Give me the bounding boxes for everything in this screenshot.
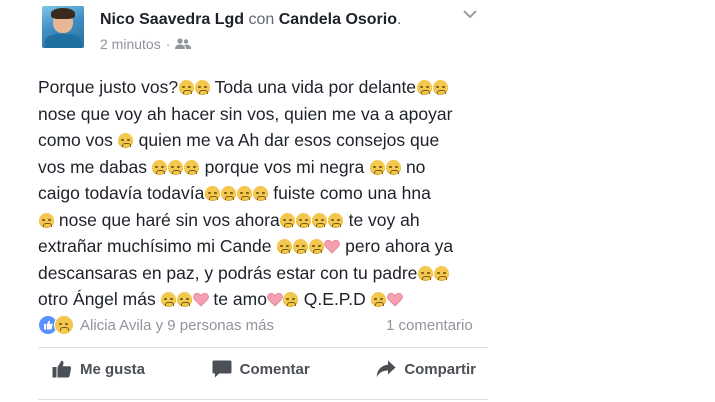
connector-text: con xyxy=(248,11,275,28)
crying-emoji-icon xyxy=(328,212,344,228)
crying-emoji-icon xyxy=(184,159,200,175)
disappointed-emoji-icon xyxy=(177,292,193,307)
pink-heart-icon xyxy=(267,292,283,307)
post-line-8: descansaras en paz, y podrás estar con t… xyxy=(38,260,490,287)
author-avatar[interactable] xyxy=(42,6,84,48)
avatar-hair xyxy=(51,8,75,19)
crying-emoji-icon xyxy=(416,80,432,95)
crying-emoji-icon xyxy=(280,212,296,228)
post-line-1: Porque justo vos? Toda una vida por dela… xyxy=(38,74,490,101)
crying-emoji-icon xyxy=(432,80,448,95)
action-bar: Me gusta Comentar Compartir xyxy=(38,360,490,378)
crying-emoji-icon xyxy=(369,159,385,175)
post-line-6: nose que haré sin vos ahora te voy ah xyxy=(38,207,490,234)
crying-emoji-icon xyxy=(204,186,220,201)
post-line-5: caigo todavía todavía fuiste como una hn… xyxy=(38,183,431,203)
pink-heart-icon xyxy=(192,292,209,307)
post-timestamp[interactable]: 2 minutos xyxy=(100,36,161,52)
crying-emoji-icon xyxy=(433,265,449,281)
crying-emoji-icon xyxy=(152,159,168,175)
crying-emoji-icon xyxy=(308,239,324,254)
share-icon xyxy=(376,360,396,377)
reactions-summary[interactable]: Alicia Avila y 9 personas más xyxy=(38,315,274,335)
actions-divider xyxy=(38,347,488,348)
post-line-2: nose que voy ah hacer sin vos, quien me … xyxy=(38,103,453,124)
crying-emoji-icon xyxy=(292,239,308,254)
post-line-4: vos me dabas porque vos mi negra no xyxy=(38,156,426,177)
post-header: Nico Saavedra Lgd con Candela Osorio. xyxy=(100,11,401,29)
comment-label: Comentar xyxy=(239,360,310,378)
disappointed-emoji-icon xyxy=(118,133,134,148)
crying-emoji-icon xyxy=(385,159,401,175)
crying-emoji-icon xyxy=(276,239,292,254)
disappointed-emoji-icon xyxy=(371,292,387,307)
post-line-3: como vos quien me va Ah dar esos consejo… xyxy=(38,130,440,150)
post-line-9: otro Ángel más te amo Q.E.P.D xyxy=(38,286,490,313)
post-body: Porque justo vos? Toda una vida por dela… xyxy=(38,74,490,313)
share-button[interactable]: Compartir xyxy=(362,360,490,378)
share-label: Compartir xyxy=(404,360,476,378)
pink-heart-icon xyxy=(386,292,403,307)
disappointed-emoji-icon xyxy=(161,292,177,307)
comment-icon xyxy=(212,360,232,378)
crying-emoji-icon xyxy=(168,159,184,175)
crying-emoji-icon xyxy=(220,186,236,201)
crying-emoji-icon xyxy=(417,265,433,281)
crying-emoji-icon xyxy=(194,80,210,95)
post-meta: 2 minutos · xyxy=(100,36,192,52)
author-name-link[interactable]: Nico Saavedra Lgd xyxy=(100,11,244,28)
post-card: Nico Saavedra Lgd con Candela Osorio. 2 … xyxy=(30,0,492,402)
reactions-text[interactable]: Alicia Avila y 9 personas más xyxy=(80,317,274,334)
like-label: Me gusta xyxy=(80,360,146,378)
bottom-divider xyxy=(38,399,488,400)
crying-emoji-icon xyxy=(312,212,328,228)
pink-heart-icon xyxy=(324,239,341,254)
meta-separator: · xyxy=(165,36,171,52)
post-line-7: extrañar muchísimo mi Cande pero ahora y… xyxy=(38,236,454,256)
thumbs-up-icon xyxy=(52,360,72,378)
like-button[interactable]: Me gusta xyxy=(38,360,159,378)
crying-emoji-icon xyxy=(178,80,194,95)
header-end-punct: . xyxy=(397,11,402,28)
comment-button[interactable]: Comentar xyxy=(198,360,324,378)
crying-emoji-icon xyxy=(283,292,299,307)
chevron-down-icon[interactable] xyxy=(463,9,477,19)
avatar-shirt xyxy=(45,34,81,48)
friends-icon[interactable] xyxy=(175,38,192,50)
crying-emoji-icon xyxy=(296,212,312,228)
crying-emoji-icon xyxy=(252,186,268,201)
sad-reaction-icon xyxy=(54,315,74,335)
crying-emoji-icon xyxy=(38,212,54,228)
comments-count-link[interactable]: 1 comentario xyxy=(386,317,473,334)
tagged-user-link[interactable]: Candela Osorio xyxy=(279,11,397,28)
crying-emoji-icon xyxy=(236,186,252,201)
